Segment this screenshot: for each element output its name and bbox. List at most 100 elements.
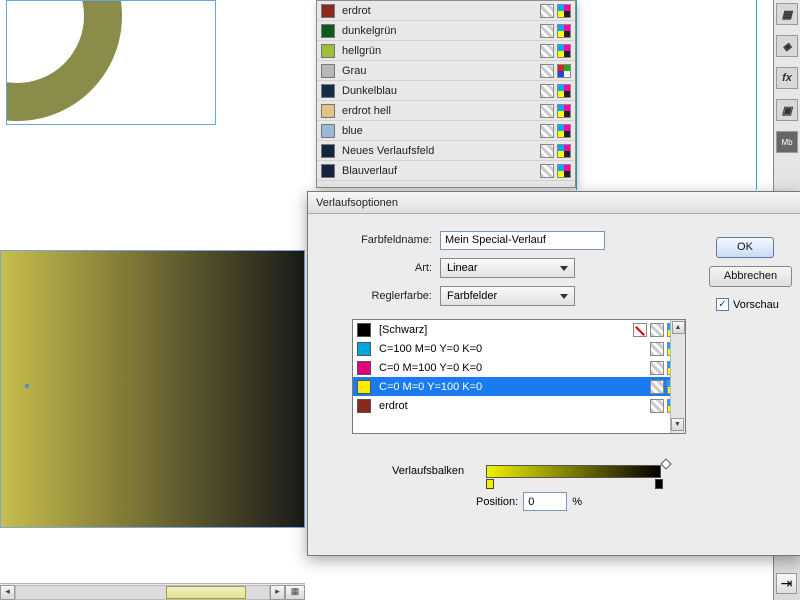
color-name: C=100 M=0 Y=0 K=0: [379, 343, 647, 355]
color-model-icon: [557, 124, 571, 138]
non-editable-icon: [633, 323, 647, 337]
color-model-icon: [557, 104, 571, 118]
position-unit: %: [572, 496, 582, 508]
color-model-icon: [557, 144, 571, 158]
color-model-icon: [557, 84, 571, 98]
color-name: erdrot: [379, 400, 647, 412]
swatch-row[interactable]: dunkelgrün: [317, 21, 575, 41]
scroll-track[interactable]: [15, 585, 270, 600]
swatch-row[interactable]: erdrot hell: [317, 101, 575, 121]
color-list-row[interactable]: C=0 M=100 Y=0 K=0: [353, 358, 685, 377]
gradient-stop-right[interactable]: [655, 479, 663, 489]
color-list-row[interactable]: C=100 M=0 Y=0 K=0: [353, 339, 685, 358]
type-label: Art:: [318, 262, 440, 274]
swatch-row[interactable]: Blauverlauf: [317, 161, 575, 181]
stop-color-label: Reglerfarbe:: [318, 290, 440, 302]
swatch-row[interactable]: hellgrün: [317, 41, 575, 61]
swatch-mode-icon: [540, 124, 554, 138]
swatch-chip: [321, 124, 335, 138]
color-list-row[interactable]: [Schwarz]: [353, 320, 685, 339]
cancel-button[interactable]: Abbrechen: [709, 266, 792, 287]
color-name: C=0 M=0 Y=100 K=0: [379, 381, 647, 393]
chevron-down-icon: [560, 266, 568, 271]
scroll-left-icon[interactable]: ◂: [0, 585, 15, 600]
expand-panels-icon[interactable]: ⇥: [776, 573, 797, 594]
swatches-panel-icon[interactable]: ▦: [776, 3, 798, 25]
gradient-type-value: Linear: [447, 262, 478, 274]
swatch-chip: [321, 44, 335, 58]
swatch-name: Dunkelblau: [342, 85, 537, 97]
color-chip: [357, 342, 371, 356]
swatch-mode-icon: [540, 64, 554, 78]
preview-checkbox[interactable]: ✓ Vorschau: [716, 298, 779, 311]
scroll-thumb[interactable]: [166, 586, 246, 599]
position-input[interactable]: [523, 492, 567, 511]
scroll-right-icon[interactable]: ▸: [270, 585, 285, 600]
anchor-point[interactable]: [25, 384, 29, 388]
color-chip: [357, 399, 371, 413]
gradient-ramp-label: Verlaufsbalken: [392, 465, 464, 477]
position-label: Position:: [476, 496, 518, 508]
swatch-chip: [321, 24, 335, 38]
swatch-name: dunkelgrün: [342, 25, 537, 37]
scrollbar[interactable]: ▲ ▼: [670, 320, 685, 433]
swatch-name-input[interactable]: [440, 231, 605, 250]
swatch-name: Neues Verlaufsfeld: [342, 145, 537, 157]
stop-color-dropdown[interactable]: Farbfelder: [440, 286, 575, 306]
scroll-down-icon[interactable]: ▼: [671, 418, 684, 431]
swatch-row[interactable]: erdrot: [317, 1, 575, 21]
gradient-ramp[interactable]: [486, 465, 661, 478]
guide[interactable]: [756, 0, 757, 190]
guide[interactable]: [576, 0, 577, 190]
ok-button[interactable]: OK: [716, 237, 774, 258]
color-model-icon: [557, 24, 571, 38]
page-nav-icon[interactable]: ▦: [285, 585, 305, 600]
color-chip: [357, 323, 371, 337]
swatch-color-list[interactable]: [Schwarz] C=100 M=0 Y=0 K=0 C=0 M=100 Y=…: [352, 319, 686, 434]
ring-shape: [6, 0, 122, 121]
swatch-mode-icon: [650, 380, 664, 394]
dialog-title: Verlaufsoptionen: [308, 192, 800, 214]
object-styles-icon[interactable]: ▣: [776, 99, 798, 121]
checkbox-icon: ✓: [716, 298, 729, 311]
swatch-row[interactable]: Dunkelblau: [317, 81, 575, 101]
mb-panel-icon[interactable]: Mb: [776, 131, 798, 153]
swatch-row[interactable]: Neues Verlaufsfeld: [317, 141, 575, 161]
swatch-name: erdrot hell: [342, 105, 537, 117]
selected-frame[interactable]: [6, 0, 216, 125]
color-model-icon: [557, 44, 571, 58]
gradient-stop-left[interactable]: [486, 479, 494, 489]
midpoint-diamond[interactable]: [660, 458, 671, 469]
swatch-mode-icon: [540, 4, 554, 18]
preview-label: Vorschau: [733, 299, 779, 311]
color-list-row[interactable]: C=0 M=0 Y=100 K=0: [353, 377, 685, 396]
swatch-mode-icon: [540, 164, 554, 178]
color-model-icon: [557, 64, 571, 78]
swatch-chip: [321, 164, 335, 178]
color-chip: [357, 380, 371, 394]
swatch-chip: [321, 84, 335, 98]
scroll-up-icon[interactable]: ▲: [672, 321, 685, 334]
chevron-down-icon: [560, 294, 568, 299]
swatches-panel: erdrot dunkelgrün hellgrün Grau Dunkelbl…: [316, 0, 576, 188]
stop-color-value: Farbfelder: [447, 290, 497, 302]
swatch-chip: [321, 4, 335, 18]
swatch-mode-icon: [540, 144, 554, 158]
gradient-type-dropdown[interactable]: Linear: [440, 258, 575, 278]
swatch-mode-icon: [650, 342, 664, 356]
swatch-name: hellgrün: [342, 45, 537, 57]
swatch-chip: [321, 64, 335, 78]
field-name-label: Farbfeldname:: [318, 234, 440, 246]
color-list-row[interactable]: erdrot: [353, 396, 685, 415]
swatch-row[interactable]: Grau: [317, 61, 575, 81]
swatch-mode-icon: [540, 24, 554, 38]
color-model-icon: [557, 4, 571, 18]
swatch-name: erdrot: [342, 5, 537, 17]
fx-panel-icon[interactable]: fx: [776, 67, 798, 89]
swatch-row[interactable]: blue: [317, 121, 575, 141]
swatch-mode-icon: [540, 44, 554, 58]
color-chip: [357, 361, 371, 375]
layers-panel-icon[interactable]: ◈: [776, 35, 798, 57]
horizontal-scrollbar[interactable]: ◂ ▸ ▦: [0, 583, 305, 600]
gradient-rectangle[interactable]: [0, 250, 305, 528]
